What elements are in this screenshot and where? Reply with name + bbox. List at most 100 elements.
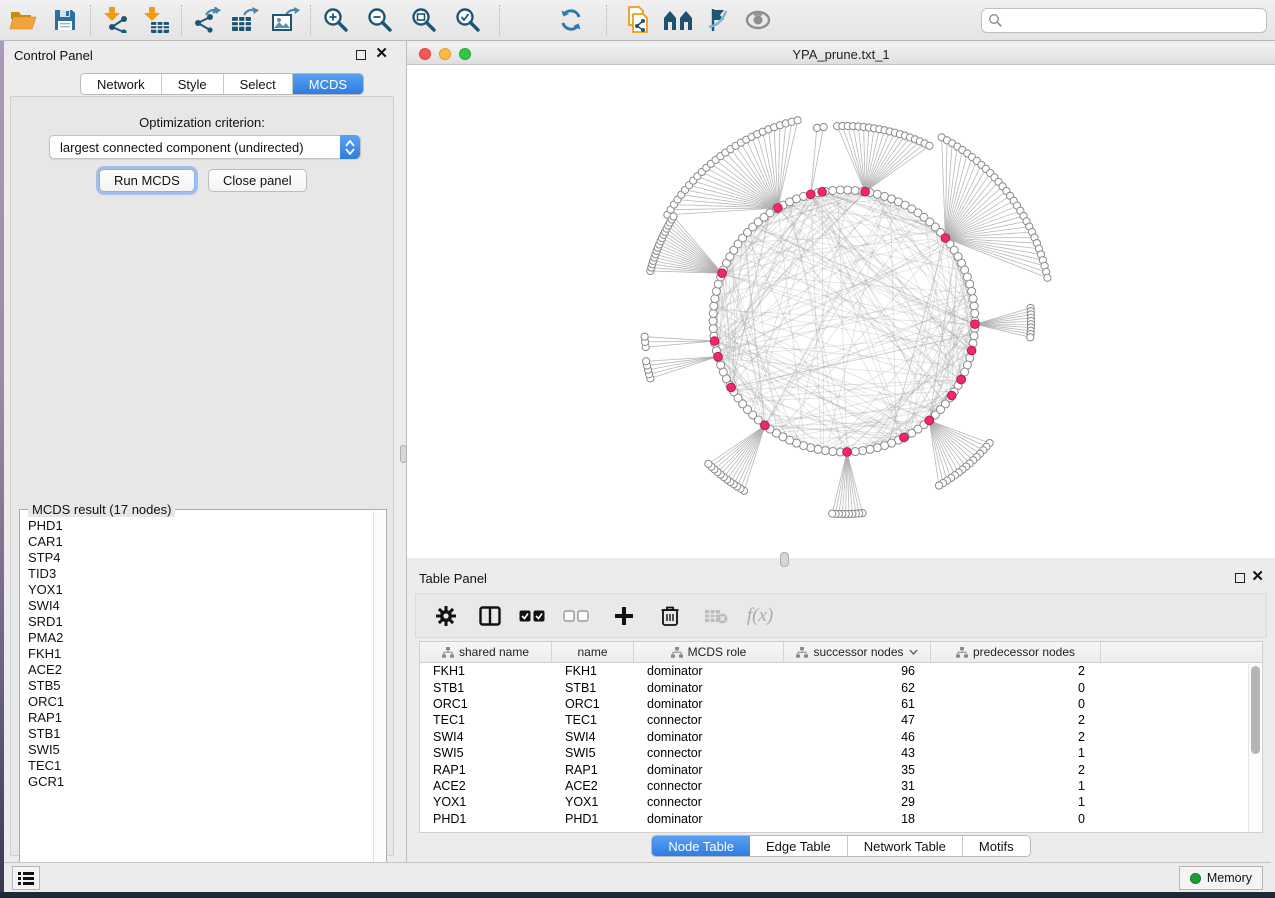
table-scrollbar-thumb[interactable] [1251, 666, 1260, 754]
mcds-result-item[interactable]: STB1 [22, 726, 374, 742]
table-cell[interactable]: 1 [931, 779, 1101, 793]
table-cell[interactable]: PHD1 [420, 812, 552, 826]
table-cell[interactable]: ORC1 [552, 697, 634, 711]
table-cell[interactable]: 0 [931, 697, 1101, 711]
function-builder-icon[interactable]: f(x) [742, 598, 778, 634]
mcds-result-item[interactable]: SWI4 [22, 598, 374, 614]
open-session-icon[interactable] [6, 4, 40, 36]
table-cell[interactable]: ACE2 [420, 779, 552, 793]
deselect-all-icon[interactable] [558, 598, 594, 634]
mcds-result-item[interactable]: STB5 [22, 678, 374, 694]
optimization-criterion-select[interactable]: largest connected component (undirected) [49, 135, 361, 159]
table-cell[interactable]: TEC1 [552, 713, 634, 727]
tab-motifs[interactable]: Motifs [963, 836, 1030, 856]
table-cell[interactable]: FKH1 [420, 664, 552, 678]
memory-button[interactable]: Memory [1179, 866, 1263, 890]
split-view-icon[interactable] [472, 598, 508, 634]
tab-node-table[interactable]: Node Table [652, 836, 750, 856]
network-window-titlebar[interactable]: YPA_prune.txt_1 [407, 43, 1275, 65]
table-cell[interactable]: 0 [931, 681, 1101, 695]
table-cell[interactable]: 31 [784, 779, 931, 793]
mcds-result-item[interactable]: SRD1 [22, 614, 374, 630]
table-cell[interactable]: FKH1 [552, 664, 634, 678]
table-cell[interactable]: 18 [784, 812, 931, 826]
run-mcds-button[interactable]: Run MCDS [99, 169, 195, 192]
gear-icon[interactable] [428, 598, 464, 634]
table-scrollbar[interactable] [1248, 664, 1261, 832]
table-cell[interactable]: connector [634, 746, 784, 760]
table-cell[interactable]: SWI4 [420, 730, 552, 744]
table-cell[interactable]: PHD1 [552, 812, 634, 826]
table-row[interactable]: FKH1FKH1dominator962 [420, 663, 1262, 679]
mcds-result-item[interactable]: STP4 [22, 550, 374, 566]
refresh-view-icon[interactable] [554, 4, 588, 36]
table-cell[interactable]: 0 [931, 812, 1101, 826]
mcds-result-item[interactable]: SWI5 [22, 742, 374, 758]
mcds-result-item[interactable]: TID3 [22, 566, 374, 582]
table-cell[interactable]: ORC1 [420, 697, 552, 711]
column-header-MCDS-role[interactable]: MCDS role [634, 642, 784, 662]
tab-select[interactable]: Select [224, 74, 293, 94]
table-cell[interactable]: 96 [784, 664, 931, 678]
export-image-icon[interactable] [268, 4, 302, 36]
table-cell[interactable]: dominator [634, 697, 784, 711]
table-cell[interactable]: dominator [634, 730, 784, 744]
table-cell[interactable]: 62 [784, 681, 931, 695]
flag-slash-icon[interactable] [701, 4, 735, 36]
horizontal-splitter-handle[interactable] [780, 552, 789, 567]
save-session-icon[interactable] [48, 4, 82, 36]
table-cell[interactable]: ACE2 [552, 779, 634, 793]
table-cell[interactable]: SWI5 [552, 746, 634, 760]
float-window-icon[interactable] [1235, 573, 1245, 583]
tab-edge-table[interactable]: Edge Table [750, 836, 848, 856]
table-cell[interactable]: dominator [634, 812, 784, 826]
table-cell[interactable]: TEC1 [420, 713, 552, 727]
table-cell[interactable]: dominator [634, 763, 784, 777]
select-all-icon[interactable] [514, 598, 550, 634]
column-header-predecessor-nodes[interactable]: predecessor nodes [931, 642, 1101, 662]
mcds-result-item[interactable]: PHD1 [22, 518, 374, 534]
table-cell[interactable]: 43 [784, 746, 931, 760]
table-cell[interactable]: 61 [784, 697, 931, 711]
eye-icon[interactable] [741, 4, 775, 36]
mcds-result-item[interactable]: TEC1 [22, 758, 374, 774]
mcds-result-item[interactable]: CAR1 [22, 534, 374, 550]
table-cell[interactable]: connector [634, 795, 784, 809]
import-table-icon[interactable] [139, 4, 173, 36]
mcds-result-item[interactable]: ORC1 [22, 694, 374, 710]
tab-network-table[interactable]: Network Table [848, 836, 963, 856]
table-row[interactable]: YOX1YOX1connector291 [420, 794, 1262, 810]
table-cell[interactable]: SWI5 [420, 746, 552, 760]
table-cell[interactable]: dominator [634, 681, 784, 695]
table-row[interactable]: RAP1RAP1dominator352 [420, 761, 1262, 777]
table-row[interactable]: ACE2ACE2connector311 [420, 778, 1262, 794]
table-cell[interactable]: YOX1 [552, 795, 634, 809]
table-row[interactable]: PHD1PHD1dominator180 [420, 811, 1262, 827]
delete-icon[interactable] [652, 598, 688, 634]
table-cell[interactable]: RAP1 [420, 763, 552, 777]
mcds-list-scrollbar[interactable] [373, 511, 385, 879]
table-cell[interactable]: STB1 [420, 681, 552, 695]
column-header-successor-nodes[interactable]: successor nodes [784, 642, 931, 662]
table-row[interactable]: ORC1ORC1dominator610 [420, 696, 1262, 712]
table-cell[interactable]: connector [634, 779, 784, 793]
zoom-in-icon[interactable] [319, 4, 353, 36]
table-row[interactable]: TEC1TEC1connector472 [420, 712, 1262, 728]
tab-network[interactable]: Network [81, 74, 162, 94]
mcds-result-item[interactable]: PMA2 [22, 630, 374, 646]
export-table-icon[interactable] [228, 4, 262, 36]
clone-network-icon[interactable] [621, 4, 655, 36]
table-row[interactable]: SWI4SWI4dominator462 [420, 729, 1262, 745]
mcds-result-item[interactable]: GCR1 [22, 774, 374, 790]
table-cell[interactable]: 2 [931, 713, 1101, 727]
zoom-out-icon[interactable] [363, 4, 397, 36]
table-cell[interactable]: 47 [784, 713, 931, 727]
import-network-icon[interactable] [99, 4, 133, 36]
table-cell[interactable]: dominator [634, 664, 784, 678]
table-cell[interactable]: STB1 [552, 681, 634, 695]
mcds-result-item[interactable]: FKH1 [22, 646, 374, 662]
binoculars-icon[interactable] [661, 4, 695, 36]
table-cell[interactable]: 2 [931, 664, 1101, 678]
column-header-shared-name[interactable]: shared name [420, 642, 552, 662]
table-cell[interactable]: RAP1 [552, 763, 634, 777]
